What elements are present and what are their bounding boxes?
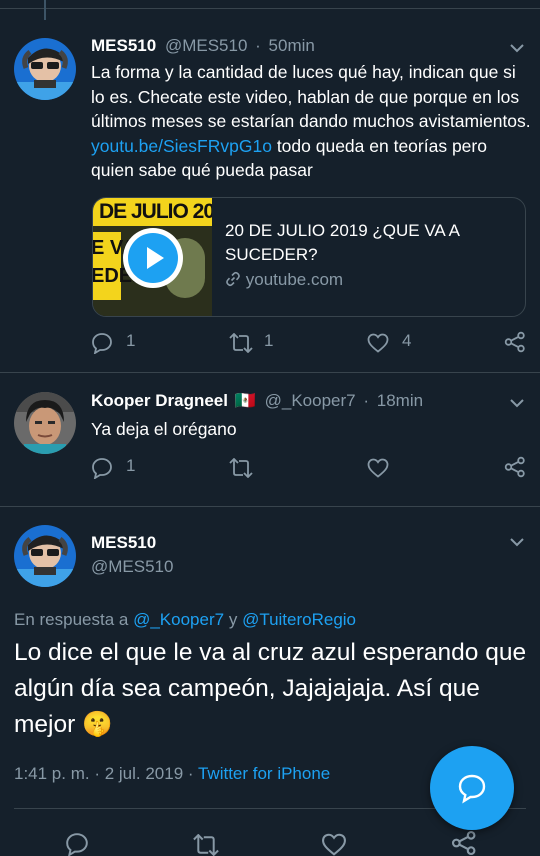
handle[interactable]: @MES510 xyxy=(91,557,173,577)
reply-mention-1[interactable]: @_Kooper7 xyxy=(133,610,224,629)
divider xyxy=(0,372,540,373)
chevron-down-icon[interactable] xyxy=(510,43,524,53)
handle[interactable]: @MES510 xyxy=(165,36,247,55)
retweet-icon[interactable] xyxy=(191,834,221,856)
like-icon[interactable] xyxy=(321,833,347,856)
retweet-count: 1 xyxy=(264,331,274,350)
card-thumbnail: DE JULIO 20 E VA EDER! xyxy=(93,198,212,316)
reply-count: 1 xyxy=(126,331,136,350)
reply-context: En respuesta a @_Kooper7 y @TuiteroRegio xyxy=(14,610,356,630)
reply-icon[interactable] xyxy=(91,457,113,479)
avatar[interactable] xyxy=(14,525,76,587)
reply-mention-2[interactable]: @TuiteroRegio xyxy=(242,610,356,629)
separator-dot: · xyxy=(255,36,261,55)
separator-dot: · xyxy=(363,391,370,410)
reply-prefix: En respuesta a xyxy=(14,610,129,629)
like-icon[interactable] xyxy=(367,458,389,478)
reply-icon[interactable] xyxy=(64,832,90,856)
tweet-text-part1: La forma y la cantidad de luces qué hay,… xyxy=(91,62,531,131)
display-name[interactable]: MES510 xyxy=(91,533,156,553)
like-icon[interactable] xyxy=(367,333,389,353)
reply-icon[interactable] xyxy=(91,332,113,354)
play-icon[interactable] xyxy=(123,228,183,288)
share-icon[interactable] xyxy=(504,456,526,478)
tweet-meta: 1:41 p. m. · 2 jul. 2019 · Twitter for i… xyxy=(14,764,330,784)
like-count: 4 xyxy=(402,331,412,350)
display-name[interactable]: Kooper Dragneel xyxy=(91,391,228,410)
reply-and: y xyxy=(228,610,238,629)
avatar[interactable] xyxy=(14,392,76,454)
full-timestamp: 1:41 p. m. · 2 jul. 2019 · xyxy=(14,764,194,783)
compose-reply-button[interactable] xyxy=(430,746,514,830)
share-icon[interactable] xyxy=(504,331,526,353)
chevron-down-icon[interactable] xyxy=(510,537,524,547)
retweet-icon[interactable] xyxy=(228,458,254,478)
tweet-header: MES510 @MES510 · 50min xyxy=(91,36,315,56)
thread-line xyxy=(44,0,46,20)
tweet-header: Kooper Dragneel 🇲🇽 @_Kooper7 · 18min xyxy=(91,391,423,411)
card-title: 20 DE JULIO 2019 ¿QUE VA A SUCEDER? xyxy=(225,221,460,264)
timestamp[interactable]: 18min xyxy=(377,391,423,410)
tweet-source[interactable]: Twitter for iPhone xyxy=(198,764,330,783)
divider xyxy=(0,506,540,507)
card-domain-row: youtube.com xyxy=(225,270,343,290)
card-domain: youtube.com xyxy=(245,270,344,289)
avatar[interactable] xyxy=(14,38,76,100)
retweet-icon[interactable] xyxy=(228,333,254,353)
thumb-caption-top: DE JULIO 20 xyxy=(99,200,212,223)
tweet-text: Lo dice el que le va al cruz azul espera… xyxy=(14,639,527,738)
tweet-text: Ya deja el orégano xyxy=(91,419,237,439)
link-card[interactable]: DE JULIO 20 E VA EDER! 20 DE JULIO 2019 … xyxy=(92,197,526,317)
top-divider xyxy=(0,8,540,9)
tweet-text: La forma y la cantidad de luces qué hay,… xyxy=(91,60,531,183)
chevron-down-icon[interactable] xyxy=(510,398,524,408)
handle[interactable]: @_Kooper7 xyxy=(265,391,356,410)
tweet-link[interactable]: youtu.be/SiesFRvpG1o xyxy=(91,136,272,156)
link-icon xyxy=(226,271,240,287)
flag-emoji: 🇲🇽 xyxy=(234,391,256,410)
reply-count: 1 xyxy=(126,456,136,475)
compose-icon xyxy=(458,774,486,804)
timestamp[interactable]: 50min xyxy=(269,36,315,55)
display-name[interactable]: MES510 xyxy=(91,36,156,55)
share-icon[interactable] xyxy=(451,830,477,856)
